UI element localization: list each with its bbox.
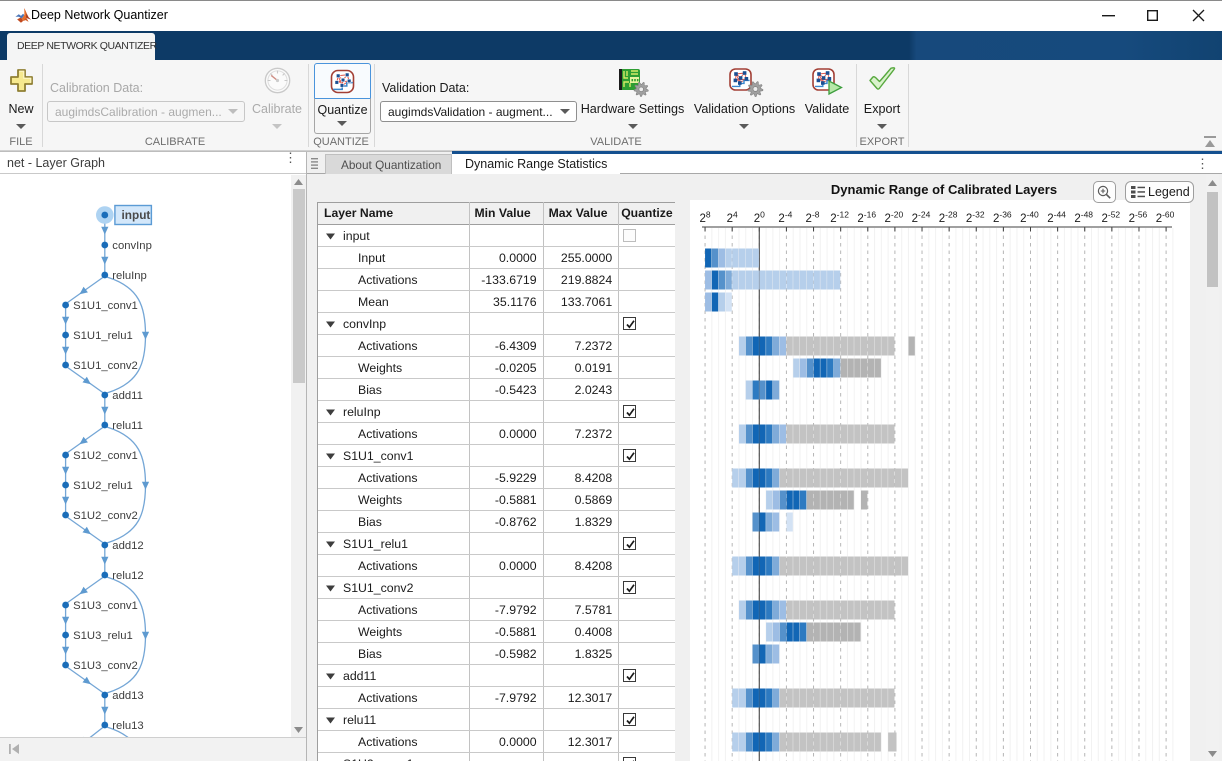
svg-text:add11: add11 [112,390,143,402]
svg-text:S1U3_conv1: S1U3_conv1 [73,600,138,612]
svg-text:reluInp: reluInp [112,270,147,282]
svg-text:S1U1_relu1: S1U1_relu1 [73,330,133,342]
svg-text:relu11: relu11 [112,420,143,432]
svg-text:S1U1_conv1: S1U1_conv1 [73,300,138,312]
svg-text:add13: add13 [112,690,143,702]
svg-text:S1U2_conv2: S1U2_conv2 [73,510,138,522]
svg-text:relu13: relu13 [112,720,143,732]
svg-text:add12: add12 [112,540,143,552]
svg-text:convInp: convInp [112,240,152,252]
svg-text:input: input [122,208,151,222]
svg-text:S1U2_conv1: S1U2_conv1 [73,450,138,462]
svg-text:S1U3_conv2: S1U3_conv2 [73,660,138,672]
svg-text:relu12: relu12 [112,570,143,582]
svg-text:S1U1_conv2: S1U1_conv2 [73,360,138,372]
svg-text:S1U3_relu1: S1U3_relu1 [73,630,133,642]
svg-text:S1U2_relu1: S1U2_relu1 [73,480,133,492]
